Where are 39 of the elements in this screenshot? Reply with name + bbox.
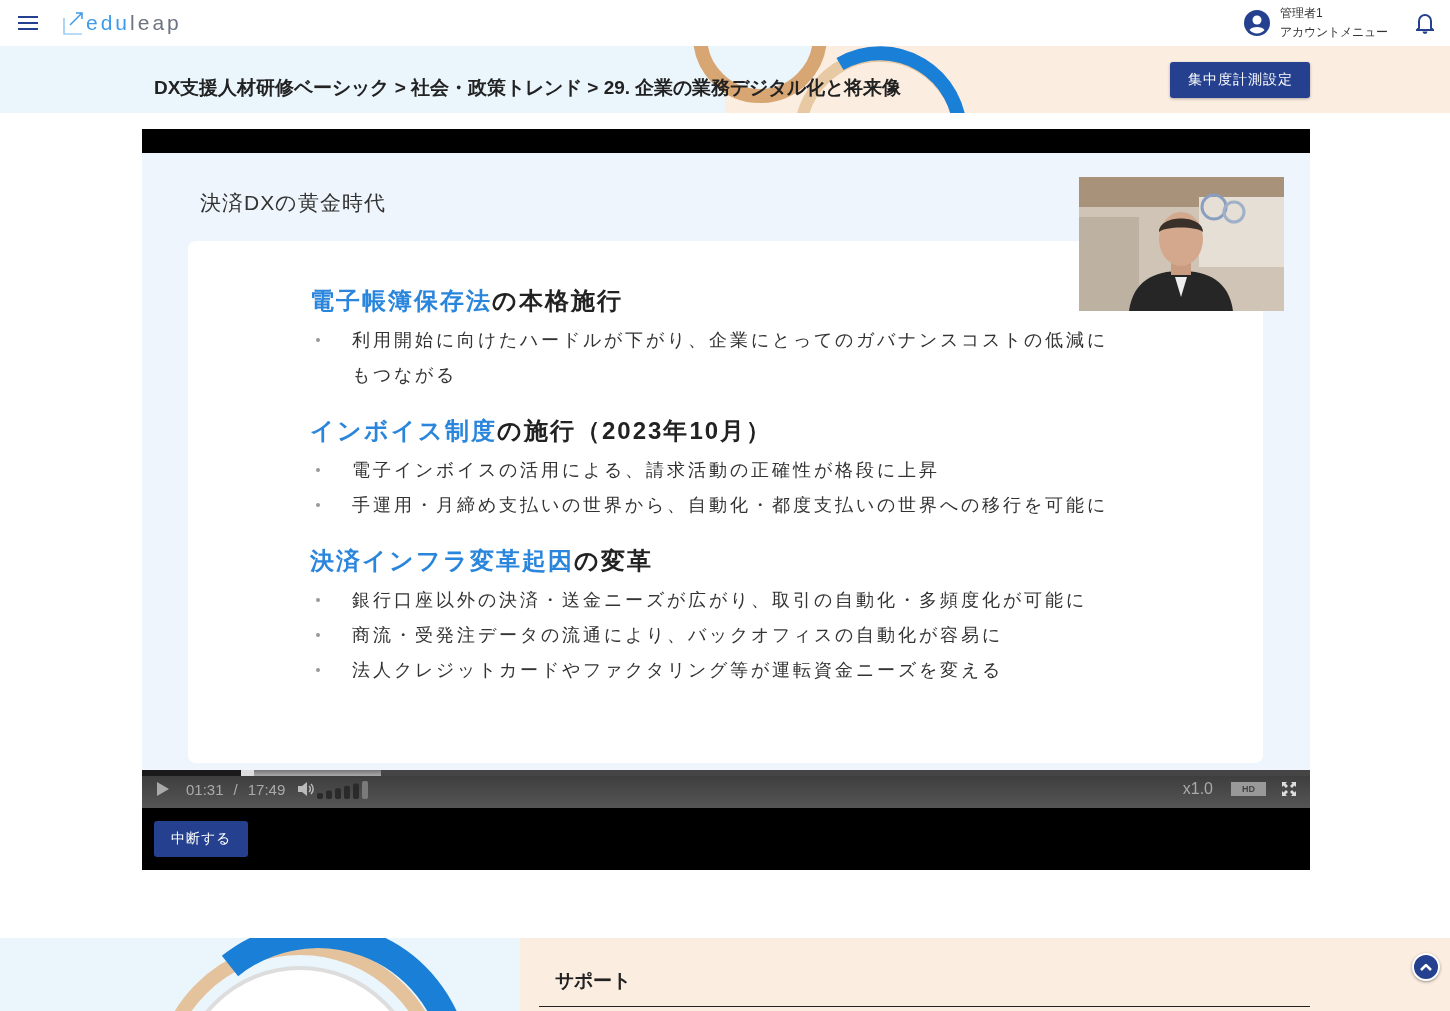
scroll-top-button[interactable] — [1412, 953, 1440, 981]
stop-button[interactable]: 中断する — [154, 821, 248, 857]
playback-speed[interactable]: x1.0 — [1182, 780, 1213, 798]
progress-track[interactable] — [142, 770, 1310, 776]
concentration-settings-button[interactable]: 集中度計測設定 — [1170, 61, 1310, 98]
slide-heading: 電子帳簿保存法の本格施行 — [310, 286, 624, 316]
support-heading: サポート — [554, 969, 631, 993]
bullet-text: 電子インボイスの活用による、請求活動の正確性が格段に上昇 — [352, 459, 941, 482]
slide-title: 決済DXの黄金時代 — [200, 190, 388, 216]
user-name: 管理者1 — [1280, 5, 1324, 22]
bullet-text: 手運用・月締め支払いの世界から、自動化・都度支払いの世界への移行を可能に — [352, 494, 1109, 517]
speaker-icon[interactable] — [297, 781, 316, 797]
bullet-icon — [316, 633, 320, 637]
avatar-icon[interactable] — [1244, 10, 1270, 36]
bullet-text: 銀行口座以外の決済・送金ニーズが広がり、取引の自動化・多頻度化が可能に — [352, 589, 1088, 612]
fullscreen-icon[interactable] — [1282, 782, 1296, 796]
duration: 17:49 — [247, 780, 286, 798]
bullet-text: 商流・受発注データの流通により、バックオフィスの自動化が容易に — [352, 624, 1004, 647]
quality-badge[interactable]: HD — [1231, 782, 1266, 796]
bullet-icon — [316, 668, 320, 672]
progress-thumb[interactable] — [241, 770, 255, 776]
menu-icon[interactable] — [18, 16, 38, 30]
bullet-text: 利用開始に向けたハードルが下がり、企業にとってのガバナンスコストの低減にもつながる — [352, 329, 1109, 387]
play-icon[interactable] — [156, 781, 170, 797]
logo-icon — [62, 10, 84, 36]
current-time: 01:31 — [186, 780, 224, 798]
volume-meter[interactable] — [317, 779, 369, 799]
time-separator: / — [233, 780, 238, 798]
bullet-icon — [316, 468, 320, 472]
slide-heading: インボイス制度の施行（2023年10月） — [310, 416, 774, 446]
bullet-icon — [316, 503, 320, 507]
logo[interactable]: edu leap — [86, 11, 182, 35]
bell-icon[interactable] — [1416, 12, 1434, 34]
bullet-icon — [316, 338, 320, 342]
bullet-icon — [316, 598, 320, 602]
slide-heading: 決済インフラ変革起因の変革 — [310, 546, 654, 576]
account-menu-link[interactable]: アカウントメニュー — [1280, 23, 1388, 42]
bullet-text: 法人クレジットカードやファクタリング等が運転資金ニーズを変える — [352, 659, 1004, 682]
chevron-up-icon — [1420, 963, 1432, 971]
